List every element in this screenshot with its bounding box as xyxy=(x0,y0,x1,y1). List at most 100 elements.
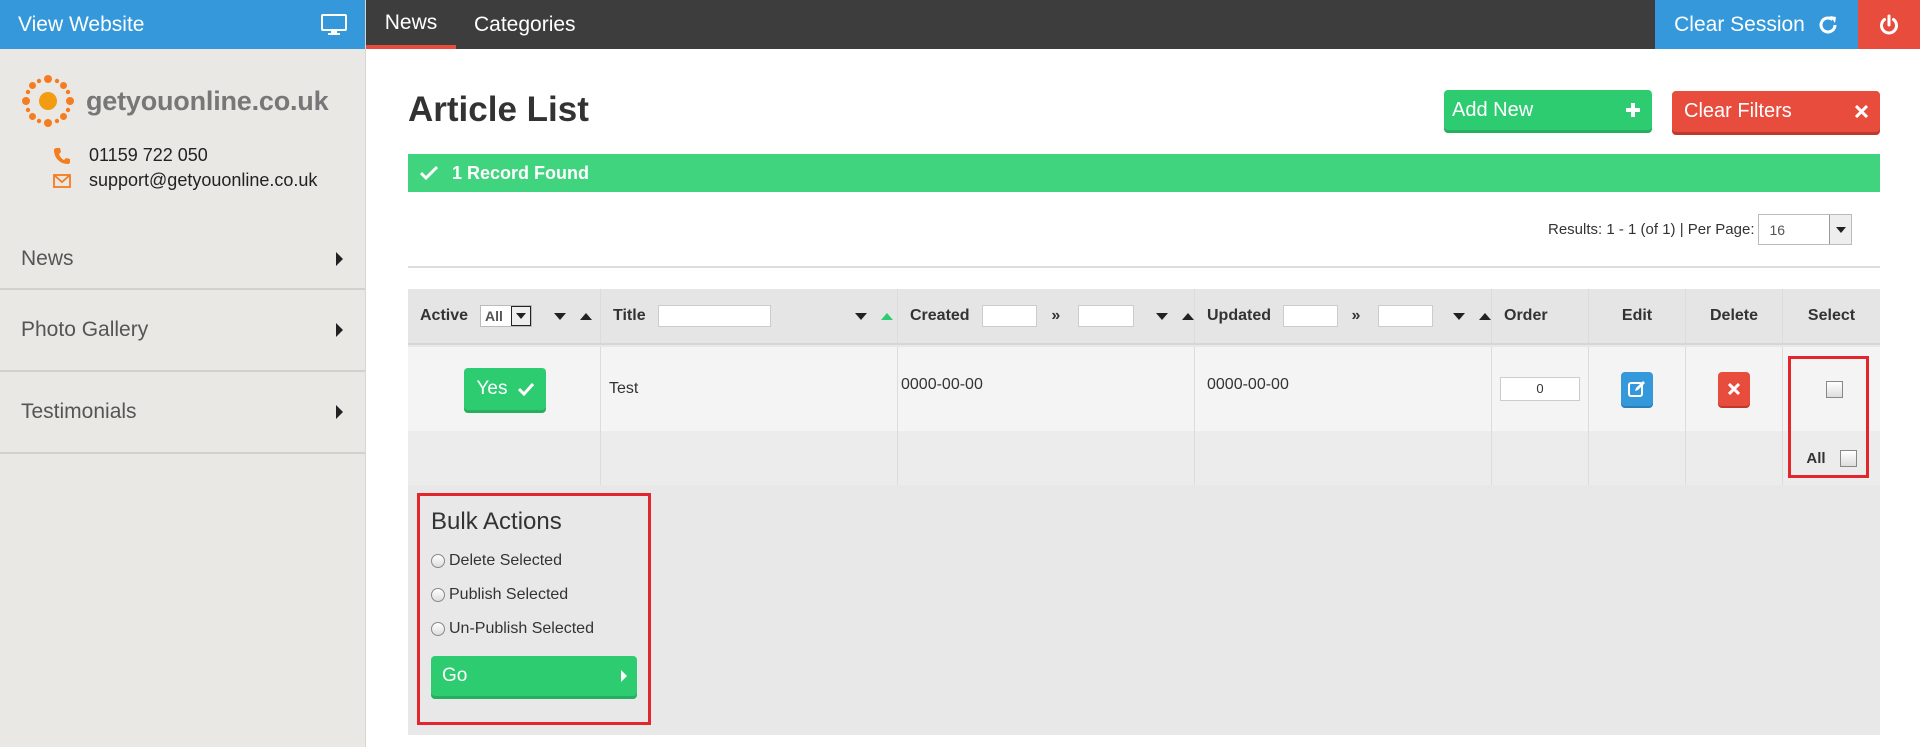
header-select: Select xyxy=(1783,289,1880,343)
footer-cell xyxy=(1195,431,1492,485)
close-icon xyxy=(1855,105,1868,118)
range-separator: » xyxy=(1351,307,1361,324)
active-filter-value: All xyxy=(485,308,503,324)
highlight-box-select xyxy=(1788,356,1869,478)
per-page-select[interactable]: 16 xyxy=(1758,214,1853,245)
sidebar: View Website getyouonline.co.uk 01159 72… xyxy=(0,0,366,747)
sort-asc-icon[interactable] xyxy=(1479,312,1491,320)
bulk-option-unpublish[interactable]: Un-Publish Selected xyxy=(431,620,648,638)
check-icon xyxy=(420,165,438,181)
footer-cell xyxy=(898,431,1195,485)
results-label: Results: 1 - 1 (of 1) | Per Page: xyxy=(1548,221,1755,238)
header-updated: Updated » xyxy=(1195,289,1492,343)
topbar: News Categories Clear Session xyxy=(366,0,1920,49)
bulk-option-label: Publish Selected xyxy=(449,586,569,603)
created-to-input[interactable] xyxy=(1078,305,1134,327)
bulk-option-delete[interactable]: Delete Selected xyxy=(431,552,648,570)
clear-session-label: Clear Session xyxy=(1674,12,1805,36)
clear-session-button[interactable]: Clear Session xyxy=(1655,0,1858,49)
view-website-label: View Website xyxy=(18,12,145,36)
check-icon xyxy=(517,382,534,396)
sort-controls xyxy=(554,312,593,320)
radio-button[interactable] xyxy=(431,554,445,568)
brand-name: getyouonline.co.uk xyxy=(86,85,329,116)
active-filter-select[interactable]: All xyxy=(480,305,533,327)
active-toggle-button[interactable]: Yes xyxy=(464,368,546,410)
sidebar-item-photo-gallery[interactable]: Photo Gallery xyxy=(0,290,365,372)
cell-order: 0 xyxy=(1492,347,1589,431)
contact-email: support@getyouonline.co.uk xyxy=(53,170,365,191)
tab-categories[interactable]: Categories xyxy=(474,0,576,49)
power-icon xyxy=(1880,14,1898,34)
header-active-label: Active xyxy=(420,307,469,324)
active-toggle-label: Yes xyxy=(476,378,508,399)
table-header-row: Active All Title Created » Updated » Ord… xyxy=(408,289,1880,345)
clear-filters-button[interactable]: Clear Filters xyxy=(1672,91,1880,132)
view-website-link[interactable]: View Website xyxy=(0,0,365,49)
radio-button[interactable] xyxy=(431,622,445,636)
divider xyxy=(408,266,1880,268)
records-found-banner: 1 Record Found xyxy=(408,154,1880,192)
cell-created: 0000-00-00 xyxy=(898,347,1195,431)
created-from-input[interactable] xyxy=(981,305,1038,327)
clear-filters-label: Clear Filters xyxy=(1684,100,1792,122)
header-order-label: Order xyxy=(1504,307,1548,324)
go-label: Go xyxy=(442,665,468,686)
sidebar-item-label: News xyxy=(21,246,74,270)
footer-cell xyxy=(1686,431,1783,485)
page-title: Article List xyxy=(408,90,589,129)
sidebar-item-news[interactable]: News xyxy=(0,229,365,290)
add-new-button[interactable]: Add New xyxy=(1444,90,1652,130)
tab-label: News xyxy=(384,10,438,34)
bulk-actions-title: Bulk Actions xyxy=(431,508,562,535)
sort-desc-icon[interactable] xyxy=(554,312,567,320)
caret-right-icon xyxy=(336,251,343,266)
go-button[interactable]: Go xyxy=(431,656,637,696)
refresh-icon xyxy=(1819,15,1837,33)
updated-to-input[interactable] xyxy=(1378,305,1433,327)
tab-news[interactable]: News xyxy=(366,0,456,49)
sun-logo-icon xyxy=(22,75,74,127)
header-edit: Edit xyxy=(1589,289,1686,343)
header-title-label: Title xyxy=(613,307,646,324)
created-date: 0000-00-00 xyxy=(901,376,983,393)
bulk-option-label: Un-Publish Selected xyxy=(449,620,594,637)
contact-phone: 01159 722 050 xyxy=(53,145,365,166)
bulk-option-publish[interactable]: Publish Selected xyxy=(431,586,648,604)
caret-right-icon xyxy=(621,670,627,682)
sort-asc-icon[interactable] xyxy=(1181,312,1194,320)
sidebar-item-testimonials[interactable]: Testimonials xyxy=(0,372,365,454)
header-active: Active All xyxy=(408,289,601,343)
table-row: Yes Test 0000-00-00 0000-00-00 0 xyxy=(408,347,1880,431)
per-page-value: 16 xyxy=(1769,221,1786,238)
cell-title: Test xyxy=(601,347,898,431)
sort-asc-icon[interactable] xyxy=(880,312,893,320)
close-icon xyxy=(1728,383,1740,395)
footer-cell xyxy=(601,431,898,485)
updated-from-input[interactable] xyxy=(1283,305,1338,327)
caret-right-icon xyxy=(336,323,343,337)
header-delete: Delete xyxy=(1686,289,1783,343)
title-filter-input[interactable] xyxy=(657,305,771,327)
phone-icon xyxy=(54,147,70,164)
edit-button[interactable] xyxy=(1621,372,1653,406)
sort-asc-icon[interactable] xyxy=(580,312,593,320)
table-footer-row: All xyxy=(408,431,1880,485)
monitor-icon xyxy=(321,13,347,35)
order-input[interactable]: 0 xyxy=(1500,377,1580,401)
sort-controls xyxy=(854,312,893,320)
brand: getyouonline.co.uk xyxy=(0,49,365,131)
sidebar-item-label: Testimonials xyxy=(21,400,137,423)
article-title: Test xyxy=(609,380,639,397)
add-new-label: Add New xyxy=(1452,98,1534,121)
radio-button[interactable] xyxy=(431,588,445,602)
cell-edit xyxy=(1589,347,1686,431)
sort-desc-icon[interactable] xyxy=(1155,312,1168,320)
logout-button[interactable] xyxy=(1858,0,1920,49)
sort-desc-icon[interactable] xyxy=(854,312,867,320)
sort-desc-icon[interactable] xyxy=(1453,312,1465,320)
delete-button[interactable] xyxy=(1718,372,1750,406)
cell-active: Yes xyxy=(408,347,601,431)
phone-number: 01159 722 050 xyxy=(89,145,208,165)
header-order: Order xyxy=(1492,289,1589,343)
